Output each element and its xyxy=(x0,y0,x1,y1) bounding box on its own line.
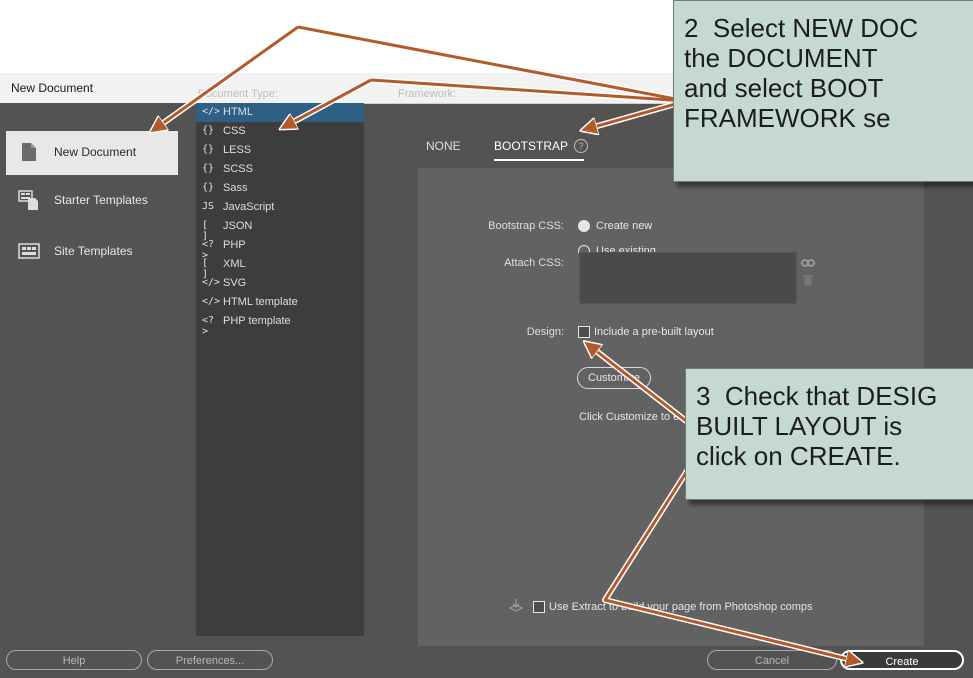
dialog-title: New Document xyxy=(11,81,94,95)
preferences-button[interactable]: Preferences... xyxy=(147,650,273,670)
doc-type-label: SVG xyxy=(223,277,247,289)
framework-heading: Framework: xyxy=(398,88,457,100)
use-extract-checkbox[interactable] xyxy=(533,601,545,613)
html-template-icon: </> xyxy=(202,296,221,307)
customize-hint: Click Customize to e xyxy=(579,411,680,423)
less-icon: {} xyxy=(202,144,215,155)
doc-type-json[interactable]: [ ] JSON xyxy=(196,217,364,242)
javascript-icon: JS xyxy=(202,201,215,212)
callout-step-3: 3 Check that DESIG BUILT LAYOUT is click… xyxy=(685,368,973,500)
doc-type-html-template[interactable]: </> HTML template xyxy=(196,293,364,312)
radio-create-new[interactable] xyxy=(578,220,590,232)
nav-item-site-templates[interactable]: Site Templates xyxy=(6,230,178,274)
cancel-button[interactable]: Cancel xyxy=(707,650,837,670)
design-label: Design: xyxy=(526,326,564,338)
help-icon[interactable]: ? xyxy=(574,139,588,153)
callout-step-2: 2 Select NEW DOC the DOCUMENT and select… xyxy=(673,0,973,182)
doc-type-php-template[interactable]: <?> PHP template xyxy=(196,312,364,337)
scss-icon: {} xyxy=(202,163,215,174)
tab-none[interactable]: NONE xyxy=(426,139,461,153)
document-type-heading: Document Type: xyxy=(198,88,278,100)
doc-type-scss[interactable]: {} SCSS xyxy=(196,160,364,179)
callout-step-2-text: 2 Select NEW DOC the DOCUMENT and select… xyxy=(684,13,919,133)
site-templates-icon xyxy=(18,243,40,259)
bootstrap-css-label: Bootstrap CSS: xyxy=(488,220,564,232)
doc-type-label: JSON xyxy=(223,220,253,232)
doc-type-label: JavaScript xyxy=(223,201,275,213)
svg-icon: </> xyxy=(202,277,221,288)
nav-item-label: Starter Templates xyxy=(54,193,148,207)
nav-item-label: Site Templates xyxy=(54,244,133,258)
customize-button[interactable]: Customize xyxy=(577,367,651,389)
document-type-list: </> HTML {} CSS {} LESS {} SCSS {} Sass JS Jav… xyxy=(196,103,364,636)
trash-icon[interactable] xyxy=(803,274,813,286)
doc-type-label: HTML xyxy=(223,106,253,118)
use-extract-label: Use Extract to build your page from Phot… xyxy=(549,601,813,613)
create-button[interactable]: Create xyxy=(840,650,964,670)
doc-type-label: SCSS xyxy=(223,163,253,175)
active-tab-indicator xyxy=(494,159,584,161)
doc-type-css[interactable]: {} CSS xyxy=(196,122,364,141)
doc-type-html[interactable]: </> HTML xyxy=(196,103,364,122)
doc-type-label: HTML template xyxy=(223,296,298,308)
doc-type-svg[interactable]: </> SVG xyxy=(196,274,364,293)
attach-css-label: Attach CSS: xyxy=(504,257,564,269)
doc-type-label: PHP xyxy=(223,239,246,251)
include-layout-checkbox[interactable] xyxy=(578,326,590,338)
nav-item-label: New Document xyxy=(54,145,137,159)
help-button[interactable]: Help xyxy=(6,650,142,670)
sass-icon: {} xyxy=(202,182,215,193)
link-icon[interactable] xyxy=(801,258,815,268)
tab-bootstrap[interactable]: BOOTSTRAP xyxy=(494,139,568,153)
doc-type-label: PHP template xyxy=(223,315,291,327)
html-icon: </> xyxy=(202,106,221,117)
doc-type-php[interactable]: <?> PHP xyxy=(196,236,364,261)
doc-type-less[interactable]: {} LESS xyxy=(196,141,364,160)
doc-type-xml[interactable]: [ ] XML xyxy=(196,255,364,280)
doc-type-sass[interactable]: {} Sass xyxy=(196,179,364,198)
nav-item-new-document[interactable]: New Document xyxy=(6,131,178,175)
document-icon xyxy=(22,143,36,161)
starter-templates-icon xyxy=(18,190,38,210)
nav-item-starter-templates[interactable]: Starter Templates xyxy=(6,179,178,223)
doc-type-label: CSS xyxy=(223,125,246,137)
css-icon: {} xyxy=(202,125,215,136)
doc-type-label: Sass xyxy=(223,182,248,194)
php-template-icon: <?> xyxy=(202,315,215,337)
create-new-label: Create new xyxy=(596,220,653,232)
extract-icon xyxy=(508,599,524,612)
doc-type-javascript[interactable]: JS JavaScript xyxy=(196,198,364,217)
attach-css-list[interactable] xyxy=(579,252,797,304)
include-layout-label: Include a pre-built layout xyxy=(594,326,714,338)
doc-type-label: XML xyxy=(223,258,246,270)
doc-type-label: LESS xyxy=(223,144,252,156)
callout-step-3-text: 3 Check that DESIG BUILT LAYOUT is click… xyxy=(696,381,938,471)
